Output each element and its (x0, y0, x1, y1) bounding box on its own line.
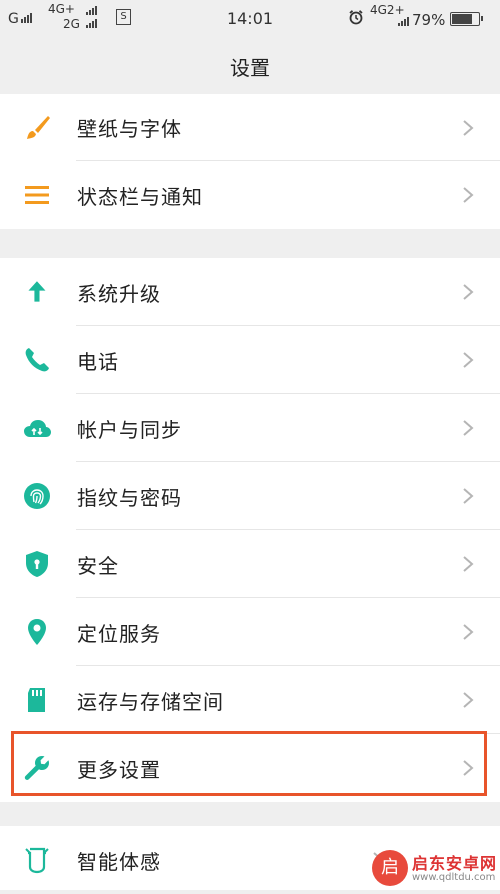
chevron-right-icon (462, 283, 474, 301)
settings-item-label: 更多设置 (77, 757, 161, 782)
settings-item-label: 壁纸与字体 (77, 117, 182, 141)
phone-icon (22, 345, 52, 375)
watermark-url: www.qdltdu.com (412, 872, 496, 883)
location-pin-icon (22, 617, 52, 647)
watermark-brand: 启东安卓网 (412, 854, 498, 873)
settings-item-statusbar-notifications[interactable]: 状态栏与通知 (0, 161, 500, 229)
page-title: 设置 (0, 36, 500, 101)
list-icon (22, 180, 52, 210)
network-4g2-label: 4G2+ (370, 3, 405, 17)
settings-item-label: 运存与存储空间 (77, 689, 224, 714)
gesture-icon (22, 845, 52, 875)
arrow-up-icon (22, 277, 52, 307)
settings-item-memory-storage[interactable]: 运存与存储空间 (0, 666, 500, 734)
sd-card-icon (22, 685, 52, 715)
alarm-icon (348, 9, 364, 29)
paintbrush-icon (22, 113, 52, 143)
settings-group-display: 壁纸与字体 状态栏与通知 (0, 94, 500, 229)
settings-item-fingerprint-password[interactable]: 指纹与密码 (0, 462, 500, 530)
settings-item-label: 智能体感 (77, 849, 161, 874)
settings-item-location[interactable]: 定位服务 (0, 598, 500, 666)
status-right: 4G2+ 79% (342, 3, 492, 32)
battery-icon (450, 12, 483, 26)
settings-item-label: 电话 (77, 349, 119, 374)
wrench-icon (22, 753, 52, 783)
chevron-right-icon (462, 691, 474, 709)
settings-item-wallpaper-font[interactable]: 壁纸与字体 (0, 94, 500, 161)
settings-item-label: 安全 (77, 553, 119, 578)
chevron-right-icon (462, 186, 474, 204)
battery-fill (452, 14, 472, 24)
settings-group-system: 系统升级 电话 帐户与同步 指纹与密码 安全 定位服务 运存与存储空间 更多设置 (0, 258, 500, 802)
watermark: 启 启东安卓网 www.qdltdu.com (372, 848, 500, 890)
settings-item-phone[interactable]: 电话 (0, 326, 500, 394)
signal-icon (398, 17, 409, 26)
watermark-logo: 启 (372, 850, 408, 886)
cloud-sync-icon (22, 413, 52, 443)
settings-item-label: 系统升级 (77, 281, 161, 306)
settings-item-label: 定位服务 (77, 621, 161, 646)
status-bar: G 4G+ 2G S 14:01 4G2+ 79% (0, 0, 500, 36)
chevron-right-icon (462, 487, 474, 505)
settings-item-security[interactable]: 安全 (0, 530, 500, 598)
chevron-right-icon (462, 759, 474, 777)
settings-item-label: 帐户与同步 (77, 417, 182, 442)
chevron-right-icon (462, 119, 474, 137)
chevron-right-icon (462, 555, 474, 573)
fingerprint-icon (22, 481, 52, 511)
chevron-right-icon (462, 623, 474, 641)
shield-icon (22, 549, 52, 579)
chevron-right-icon (462, 419, 474, 437)
settings-item-label: 状态栏与通知 (77, 184, 203, 209)
battery-percent: 79% (412, 11, 446, 29)
chevron-right-icon (462, 351, 474, 369)
settings-item-label: 指纹与密码 (77, 485, 182, 510)
settings-item-system-update[interactable]: 系统升级 (0, 258, 500, 326)
settings-item-account-sync[interactable]: 帐户与同步 (0, 394, 500, 462)
settings-item-more-settings[interactable]: 更多设置 (0, 734, 500, 802)
